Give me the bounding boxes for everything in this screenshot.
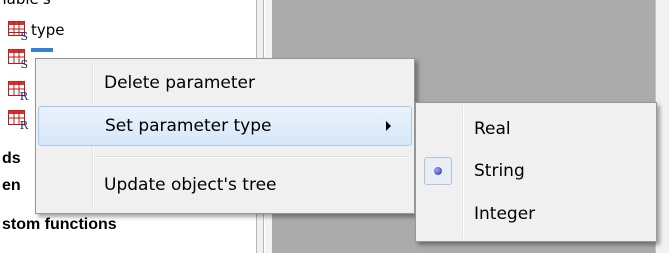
table-s-icon: S — [8, 20, 28, 43]
menu-item-update-objects-tree[interactable]: Update object's tree — [38, 165, 412, 205]
radio-dot-icon — [434, 167, 442, 175]
selection-marker — [31, 48, 53, 52]
table-r-icon: R — [8, 109, 28, 132]
tree-item[interactable]: R — [8, 108, 28, 132]
menu-item-delete-parameter[interactable]: Delete parameter — [38, 63, 412, 103]
submenu-arrow-icon — [386, 121, 391, 131]
radio-selected-icon — [424, 157, 452, 185]
menu-item-set-parameter-type[interactable]: Set parameter type — [38, 106, 412, 146]
table-letter: R — [19, 118, 28, 132]
tree-item[interactable]: R — [8, 79, 28, 103]
tree-group-ds[interactable]: ds — [2, 148, 21, 170]
menu-item-label: Update object's tree — [104, 175, 277, 195]
table-letter: S — [20, 57, 28, 71]
table-letter: R — [19, 89, 28, 103]
tree-group-label: ds — [2, 150, 21, 167]
tree-group-label: en — [2, 177, 21, 194]
menu-item-integer[interactable]: Integer — [418, 194, 654, 234]
menu-item-label: Delete parameter — [104, 73, 256, 93]
table-letter: S — [20, 29, 28, 43]
table-s-icon: S — [8, 48, 28, 71]
tree-group-label: stom functions — [2, 216, 117, 233]
menu-item-label: Real — [474, 119, 511, 139]
right-edge-strip — [655, 0, 669, 253]
tree-group-custom-functions[interactable]: stom functions — [2, 214, 117, 236]
menu-item-label: Integer — [474, 204, 536, 224]
tree-item-label: type — [31, 21, 65, 39]
menu-item-string[interactable]: String — [418, 151, 654, 191]
parameter-type-submenu: Real String Integer — [415, 102, 657, 242]
tree-group-en[interactable]: en — [2, 175, 21, 197]
table-r-icon: R — [8, 80, 28, 103]
menu-item-label: String — [474, 161, 525, 181]
menu-item-real[interactable]: Real — [418, 109, 654, 149]
menu-item-label: Set parameter type — [105, 116, 272, 136]
menu-separator — [94, 156, 410, 158]
tree-clipped-header: Table's — [0, 0, 51, 8]
tree-item-type[interactable]: S type — [8, 19, 65, 43]
context-menu: Delete parameter Set parameter type Upda… — [35, 58, 415, 214]
